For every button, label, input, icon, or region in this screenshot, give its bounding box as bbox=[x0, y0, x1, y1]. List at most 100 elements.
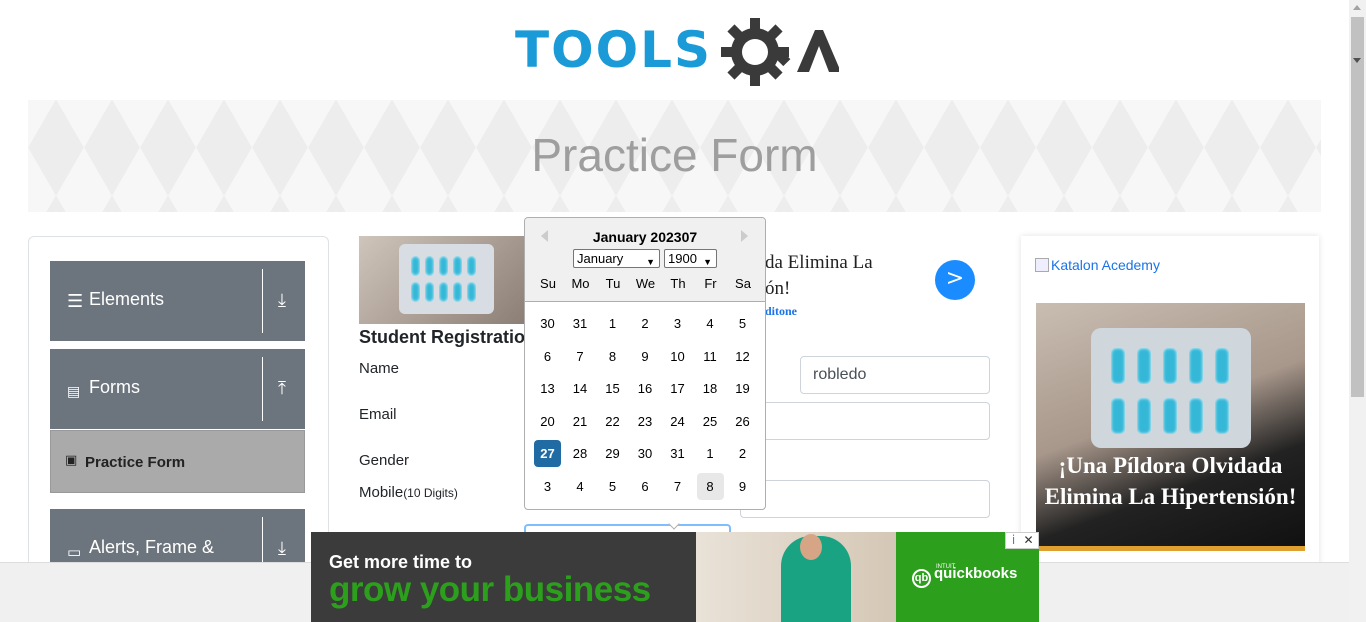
hamburger-icon: ☰ bbox=[67, 291, 84, 312]
calendar-day[interactable]: 4 bbox=[567, 473, 594, 500]
chevron-down-icon: ▼ bbox=[646, 257, 655, 267]
sidebar-group-forms[interactable]: ▤ Forms ⤒ bbox=[50, 349, 305, 429]
calendar-day[interactable]: 3 bbox=[664, 310, 691, 337]
calendar-day[interactable]: 20 bbox=[534, 408, 561, 435]
group-divider bbox=[262, 269, 263, 333]
month-select[interactable]: January ▼ bbox=[573, 249, 660, 268]
close-icon[interactable]: ✕ bbox=[1021, 533, 1036, 548]
last-name-input[interactable]: robledo bbox=[800, 356, 990, 394]
toolsqa-logo[interactable]: TOOLS bbox=[515, 16, 839, 90]
day-name: Th bbox=[670, 276, 686, 291]
calendar-day[interactable]: 12 bbox=[729, 343, 756, 370]
day-name: Su bbox=[540, 276, 556, 291]
email-label: Email bbox=[359, 406, 397, 423]
mobile-input[interactable] bbox=[740, 480, 990, 518]
calendar-day[interactable]: 3 bbox=[534, 473, 561, 500]
calendar-day[interactable]: 5 bbox=[599, 473, 626, 500]
calendar-day[interactable]: 16 bbox=[632, 375, 659, 402]
calendar-day[interactable]: 10 bbox=[664, 343, 691, 370]
calendar-day[interactable]: 30 bbox=[534, 310, 561, 337]
window-icon: ▭ bbox=[67, 543, 82, 561]
calendar-day[interactable]: 2 bbox=[632, 310, 659, 337]
katalon-ad-link[interactable]: Katalon Acedemy bbox=[1035, 257, 1160, 273]
sidebar-item-label: Practice Form bbox=[85, 454, 186, 471]
ad-go-button[interactable]: > bbox=[935, 260, 975, 300]
download-arrow-icon[interactable]: ⤓ bbox=[278, 539, 286, 559]
sidebar-group-label: Alerts, Frame & bbox=[89, 537, 215, 557]
calendar-day[interactable]: 18 bbox=[697, 375, 724, 402]
group-divider bbox=[262, 357, 263, 421]
adchoices-badge[interactable]: i ✕ bbox=[1005, 532, 1039, 549]
calendar-day[interactable]: 9 bbox=[632, 343, 659, 370]
calendar-header: January 202307 January ▼ 1900 ▼ Su Mo Tu We… bbox=[525, 218, 765, 302]
calendar-day[interactable]: 29 bbox=[599, 440, 626, 467]
calendar-day[interactable]: 11 bbox=[697, 343, 724, 370]
calendar-day[interactable]: 19 bbox=[729, 375, 756, 402]
form-title: Student Registratio bbox=[359, 327, 526, 347]
year-select-value: 1900 bbox=[668, 251, 697, 266]
sidebar-group-elements[interactable]: ☰ Elements ⤓ bbox=[50, 261, 305, 341]
calendar-day[interactable]: 6 bbox=[632, 473, 659, 500]
calendar-day[interactable]: 13 bbox=[534, 375, 561, 402]
day-name: Sa bbox=[735, 276, 751, 291]
calendar-day[interactable]: 23 bbox=[632, 408, 659, 435]
scroll-up-icon[interactable] bbox=[1353, 5, 1361, 10]
calendar-day[interactable]: 22 bbox=[599, 408, 626, 435]
next-month-icon[interactable] bbox=[741, 230, 748, 242]
quickbooks-logo: qb quickbooks bbox=[912, 565, 1017, 588]
logo-gear-icon bbox=[721, 18, 839, 86]
datepicker-calendar: January 202307 January ▼ 1900 ▼ Su Mo Tu We… bbox=[524, 217, 766, 510]
ad-line: da Elimina La bbox=[765, 252, 873, 273]
day-name: Fr bbox=[704, 276, 717, 291]
calendar-day[interactable]: 30 bbox=[632, 440, 659, 467]
calendar-day[interactable]: 4 bbox=[697, 310, 724, 337]
calendar-day[interactable]: 28 bbox=[567, 440, 594, 467]
chevron-down-icon: ▼ bbox=[703, 257, 712, 267]
upload-arrow-icon[interactable]: ⤒ bbox=[278, 379, 286, 399]
vertical-scrollbar[interactable] bbox=[1349, 0, 1366, 622]
document-icon: ▤ bbox=[67, 384, 81, 400]
calendar-day[interactable]: 17 bbox=[664, 375, 691, 402]
scrollbar-thumb[interactable] bbox=[1351, 17, 1364, 397]
year-select[interactable]: 1900 ▼ bbox=[664, 249, 717, 268]
calendar-day[interactable]: 24 bbox=[664, 408, 691, 435]
mobile-hint: (10 Digits) bbox=[403, 486, 458, 500]
calendar-day[interactable]: 27 bbox=[534, 440, 561, 467]
inline-ad-headline[interactable]: da Elimina La ón! bbox=[765, 250, 873, 302]
adchoices-info-icon[interactable]: i bbox=[1006, 533, 1021, 548]
katalon-link-text: Katalon Acedemy bbox=[1051, 257, 1160, 273]
calendar-day[interactable]: 25 bbox=[697, 408, 724, 435]
calendar-day[interactable]: 15 bbox=[599, 375, 626, 402]
calendar-day[interactable]: 8 bbox=[696, 472, 724, 500]
right-ad-headline[interactable]: ¡Una Píldora Olvidada Elimina La Hiperte… bbox=[1036, 450, 1305, 512]
sidebar-group-label: Elements bbox=[89, 289, 165, 309]
day-name: Mo bbox=[571, 276, 590, 291]
calendar-day[interactable]: 7 bbox=[567, 343, 594, 370]
calendar-day[interactable]: 21 bbox=[567, 408, 594, 435]
scroll-down-icon[interactable] bbox=[1353, 58, 1361, 63]
calendar-day[interactable]: 8 bbox=[599, 343, 626, 370]
calendar-day[interactable]: 14 bbox=[567, 375, 594, 402]
calendar-day[interactable]: 31 bbox=[664, 440, 691, 467]
ad-line: ón! bbox=[765, 278, 791, 299]
calendar-day[interactable]: 2 bbox=[729, 440, 756, 467]
download-arrow-icon[interactable]: ⤓ bbox=[278, 291, 286, 311]
sidebar-item-practice-form[interactable]: ▣ Practice Form bbox=[50, 430, 305, 493]
calendar-day[interactable]: 1 bbox=[697, 440, 724, 467]
form-icon: ▣ bbox=[65, 453, 78, 468]
calendar-day[interactable]: 7 bbox=[664, 473, 691, 500]
calendar-day[interactable]: 31 bbox=[567, 310, 594, 337]
calendar-day[interactable]: 6 bbox=[534, 343, 561, 370]
ad-image-pills[interactable] bbox=[359, 236, 529, 324]
calendar-day[interactable]: 5 bbox=[729, 310, 756, 337]
quickbooks-ad[interactable]: Get more time to grow your business INTU… bbox=[311, 532, 1039, 622]
calendar-day[interactable]: 1 bbox=[599, 310, 626, 337]
day-name: Tu bbox=[605, 276, 621, 291]
page-banner: Practice Form bbox=[28, 100, 1321, 212]
email-input[interactable] bbox=[740, 402, 990, 440]
calendar-day[interactable]: 26 bbox=[729, 408, 756, 435]
inline-ad-source[interactable]: ditone bbox=[765, 304, 797, 319]
right-ad-image[interactable] bbox=[1036, 303, 1305, 551]
calendar-day[interactable]: 9 bbox=[729, 473, 756, 500]
calendar-current-month: January 202307 bbox=[592, 229, 698, 245]
